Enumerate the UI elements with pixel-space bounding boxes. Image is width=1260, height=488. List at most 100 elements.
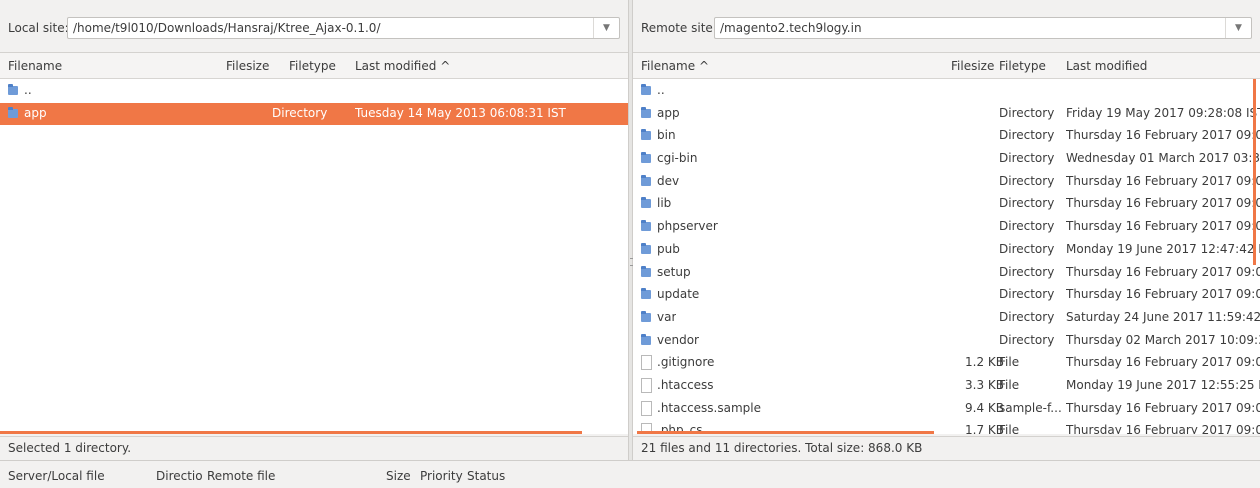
local-site-label: Local site: <box>8 21 69 35</box>
file-name: update <box>657 287 700 302</box>
transfer-queue-header: Server/Local file Directio Remote file S… <box>0 460 1260 488</box>
remote-path-combobox[interactable]: /magento2.tech9logy.in ▼ <box>714 17 1252 39</box>
queue-column-server-local-file[interactable]: Server/Local file <box>8 469 105 483</box>
file-name: .. <box>657 83 665 97</box>
file-type: File <box>999 377 1020 392</box>
file-modified: Thursday 16 February 2017 09:09:10 <box>1066 196 1260 211</box>
local-path-value[interactable]: /home/t9l010/Downloads/Hansraj/Ktree_Aja… <box>73 21 380 35</box>
file-row[interactable]: .htaccess.sample 9.4 KB sample-f... Thursda… <box>633 398 1260 421</box>
file-row[interactable]: dev Directory Thursday 16 February 2017 09… <box>633 171 1260 194</box>
local-file-list[interactable]: Filename Filesize Filetype Last modified… <box>0 52 628 434</box>
file-type: Directory <box>999 332 1055 347</box>
file-modified: Wednesday 01 March 2017 03:37:59 <box>1066 151 1260 166</box>
file-type: File <box>999 355 1020 370</box>
folder-icon <box>641 129 651 141</box>
file-row[interactable]: setup Directory Thursday 16 February 2017 … <box>633 262 1260 285</box>
file-modified: Thursday 16 February 2017 09:09:08 <box>1066 423 1260 434</box>
file-row[interactable]: app Directory Tuesday 14 May 2013 06:08:31… <box>0 102 628 126</box>
column-header-last-modified[interactable]: Last modified <box>1066 59 1147 73</box>
sort-ascending-icon: ^ <box>698 59 710 73</box>
queue-column-priority[interactable]: Priority <box>420 469 463 483</box>
file-row[interactable]: update Directory Thursday 16 February 2017… <box>633 284 1260 307</box>
file-name: bin <box>657 128 676 143</box>
folder-icon <box>641 333 651 345</box>
file-row[interactable]: .. <box>633 80 1260 103</box>
file-name: phpserver <box>657 219 718 234</box>
folder-icon <box>641 84 651 95</box>
file-modified: Tuesday 14 May 2013 06:08:31 IST <box>355 105 566 120</box>
column-header-filename[interactable]: Filename <box>8 59 62 73</box>
remote-site-bar: Remote site: /magento2.tech9logy.in ▼ <box>633 16 1260 40</box>
queue-column-direction[interactable]: Directio <box>156 469 203 483</box>
file-icon <box>641 400 652 416</box>
file-name: dev <box>657 173 680 188</box>
file-row[interactable]: .. <box>0 80 628 103</box>
column-header-filename-label: Filename <box>641 59 696 73</box>
file-row[interactable]: var Directory Saturday 24 June 2017 11:59:… <box>633 307 1260 330</box>
folder-icon <box>641 197 651 209</box>
remote-list-header: Filename ^ Filesize Filetype Last modifi… <box>633 53 1260 79</box>
remote-scroll-indicator <box>637 431 934 434</box>
splitter-grip-icon <box>630 258 632 266</box>
file-type: Directory <box>272 105 328 120</box>
file-modified: Thursday 16 February 2017 09:09:08 <box>1066 173 1260 188</box>
column-header-filetype[interactable]: Filetype <box>289 59 336 73</box>
file-modified: Thursday 16 February 2017 09:09:08 <box>1066 128 1260 143</box>
file-type: Directory <box>999 173 1055 188</box>
file-row[interactable]: phpserver Directory Thursday 16 February 2… <box>633 216 1260 239</box>
file-type: Directory <box>999 196 1055 211</box>
file-name: pub <box>657 241 680 256</box>
column-header-filesize[interactable]: Filesize <box>226 59 269 73</box>
file-type: Directory <box>999 219 1055 234</box>
file-name: .htaccess.sample <box>657 400 762 415</box>
remote-path-value[interactable]: /magento2.tech9logy.in <box>720 21 862 35</box>
file-name: app <box>24 105 47 120</box>
local-site-pane: Local site: /home/t9l010/Downloads/Hansr… <box>0 0 628 460</box>
column-header-filename[interactable]: Filename ^ <box>641 59 709 73</box>
file-modified: Friday 19 May 2017 09:28:08 IST <box>1066 105 1260 120</box>
file-modified: Thursday 16 February 2017 09:06:02 <box>1066 287 1260 302</box>
file-row[interactable]: bin Directory Thursday 16 February 2017 09… <box>633 125 1260 148</box>
file-row[interactable]: vendor Directory Thursday 02 March 2017 10… <box>633 330 1260 353</box>
remote-status-bar: 21 files and 11 directories. Total size:… <box>633 436 1260 458</box>
file-row[interactable]: cgi-bin Directory Wednesday 01 March 2017 … <box>633 148 1260 171</box>
file-type: Directory <box>999 287 1055 302</box>
file-row[interactable]: .gitignore 1.2 KB File Thursday 16 February… <box>633 352 1260 375</box>
file-modified: Thursday 16 February 2017 09:09:10 <box>1066 400 1260 415</box>
remote-rows: .. app Directory Friday 19 May 2017 09:28:0… <box>633 80 1260 434</box>
file-icon <box>641 377 652 393</box>
file-modified: Thursday 02 March 2017 10:09:37 IS <box>1066 332 1260 347</box>
queue-column-remote-file[interactable]: Remote file <box>207 469 275 483</box>
folder-icon <box>641 152 651 164</box>
column-header-filesize[interactable]: Filesize <box>951 59 994 73</box>
column-header-last-modified-label: Last modified <box>355 59 437 73</box>
file-name: setup <box>657 264 691 279</box>
file-type: Directory <box>999 128 1055 143</box>
remote-vertical-scroll-indicator[interactable] <box>1253 79 1256 265</box>
queue-column-size[interactable]: Size <box>386 469 411 483</box>
chevron-down-icon[interactable]: ▼ <box>593 18 619 38</box>
remote-site-label: Remote site: <box>641 21 717 35</box>
file-modified: Thursday 16 February 2017 09:09:10 <box>1066 219 1260 234</box>
file-name: .gitignore <box>657 355 715 370</box>
folder-icon <box>641 174 651 186</box>
folder-icon <box>8 84 18 95</box>
file-type: sample-f... <box>999 400 1062 415</box>
file-row[interactable]: pub Directory Monday 19 June 2017 12:47:42… <box>633 239 1260 262</box>
folder-icon <box>641 106 651 118</box>
file-row[interactable]: .htaccess 3.3 KB File Monday 19 June 2017 1… <box>633 375 1260 398</box>
local-site-bar: Local site: /home/t9l010/Downloads/Hansr… <box>0 16 628 40</box>
chevron-down-icon[interactable]: ▼ <box>1225 18 1251 38</box>
file-modified: Monday 19 June 2017 12:55:25 IST <box>1066 377 1260 392</box>
local-path-combobox[interactable]: /home/t9l010/Downloads/Hansraj/Ktree_Aja… <box>67 17 620 39</box>
file-row[interactable]: app Directory Friday 19 May 2017 09:28:08 … <box>633 103 1260 126</box>
file-row[interactable]: lib Directory Thursday 16 February 2017 09… <box>633 193 1260 216</box>
file-modified: Thursday 16 February 2017 09:06:02 <box>1066 355 1260 370</box>
file-name: app <box>657 105 680 120</box>
column-header-last-modified[interactable]: Last modified ^ <box>355 59 450 73</box>
queue-column-status[interactable]: Status <box>467 469 505 483</box>
file-name: vendor <box>657 332 699 347</box>
column-header-filetype[interactable]: Filetype <box>999 59 1046 73</box>
folder-icon <box>641 288 651 300</box>
remote-file-list[interactable]: Filename ^ Filesize Filetype Last modifi… <box>633 52 1260 434</box>
